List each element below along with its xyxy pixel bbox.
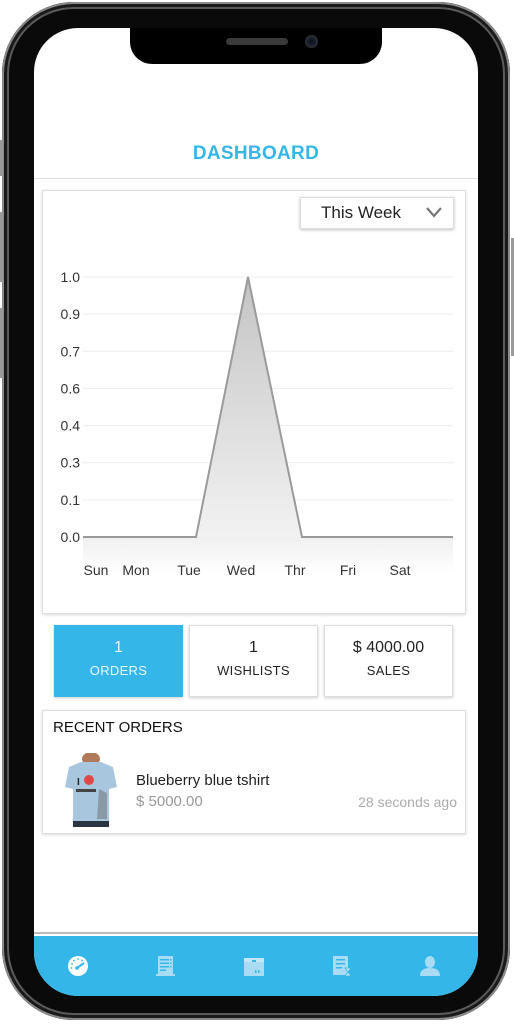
orders-count: 1 — [114, 639, 123, 656]
chevron-down-icon — [426, 207, 442, 218]
x-tick-label: Fri — [340, 562, 356, 578]
recent-orders-title: RECENT ORDERS — [53, 719, 183, 736]
y-tick-label: 0.7 — [61, 343, 81, 359]
area-chart: 0.0 0.1 0.3 0.4 0.6 0.7 0.9 1.0 Sun Mon Tue Wed Thr… — [61, 269, 454, 578]
wishlists-count: 1 — [249, 639, 258, 656]
sales-stat-button[interactable]: $ 4000.00 SALES — [324, 625, 453, 697]
front-camera — [305, 35, 318, 48]
tab-profile[interactable] — [386, 936, 474, 996]
tab-orders[interactable] — [122, 936, 210, 996]
x-tick-label: Wed — [227, 562, 256, 578]
tab-dashboard[interactable] — [34, 936, 122, 996]
speaker-grille — [226, 38, 288, 45]
wishlists-stat-button[interactable]: 1 WISHLISTS — [189, 625, 318, 697]
orders-stat-button[interactable]: 1 ORDERS — [54, 625, 183, 697]
sales-chart-card: This Week 0.0 0.1 0.3 0.4 0.6 0.7 0.9 1.0 Sun Mo… — [42, 190, 466, 614]
period-dropdown[interactable]: This Week — [300, 197, 454, 229]
order-timestamp: 28 seconds ago — [358, 794, 457, 810]
screen: DASHBOARD This Week 0.0 0.1 0.3 0.4 0.6 0.7 0.… — [34, 28, 478, 996]
mute-switch — [0, 140, 3, 176]
tabbar-divider — [34, 932, 478, 934]
y-tick-label: 0.0 — [61, 529, 81, 545]
tab-pending[interactable] — [298, 936, 386, 996]
product-thumbnail: I — [61, 753, 119, 827]
x-tick-label: Sat — [389, 562, 410, 578]
wishlists-label: WISHLISTS — [217, 663, 290, 678]
order-price: $ 5000.00 — [136, 793, 203, 810]
orders-list-icon — [156, 956, 175, 976]
notch — [130, 28, 382, 64]
recent-orders-card: RECENT ORDERS I Blueberry blue tshirt $ … — [42, 710, 466, 834]
profile-user-icon — [420, 956, 440, 976]
period-dropdown-label: This Week — [321, 203, 401, 222]
app-header: DASHBOARD — [34, 128, 478, 179]
x-tick-label: Mon — [122, 562, 149, 578]
y-tick-label: 0.4 — [61, 418, 81, 434]
page-title: DASHBOARD — [192, 143, 320, 164]
pending-orders-icon — [333, 956, 352, 977]
y-tick-label: 0.1 — [61, 492, 81, 508]
bottom-tab-bar — [34, 936, 478, 996]
stats-row: 1 ORDERS 1 WISHLISTS $ 4000.00 SALES — [54, 625, 453, 697]
order-list-item[interactable]: I Blueberry blue tshirt $ 5000.00 28 sec… — [43, 747, 465, 833]
x-tick-label: Thr — [285, 562, 306, 578]
y-tick-label: 1.0 — [61, 269, 81, 285]
order-product-name: Blueberry blue tshirt — [136, 772, 270, 789]
y-tick-label: 0.3 — [61, 455, 81, 471]
sales-amount: $ 4000.00 — [352, 639, 425, 656]
area-fill — [83, 277, 453, 537]
orders-label: ORDERS — [89, 663, 148, 678]
x-tick-label: Tue — [177, 562, 201, 578]
x-tick-label: Sun — [84, 562, 109, 578]
volume-up-button — [0, 212, 3, 282]
sales-label: SALES — [366, 663, 411, 678]
tab-products[interactable] — [210, 936, 298, 996]
dashboard-gauge-icon — [68, 956, 88, 976]
y-tick-label: 0.9 — [61, 306, 81, 322]
products-box-icon — [244, 958, 264, 976]
svg-text:I: I — [77, 777, 80, 788]
volume-down-button — [0, 308, 3, 378]
y-tick-label: 0.6 — [61, 380, 81, 396]
